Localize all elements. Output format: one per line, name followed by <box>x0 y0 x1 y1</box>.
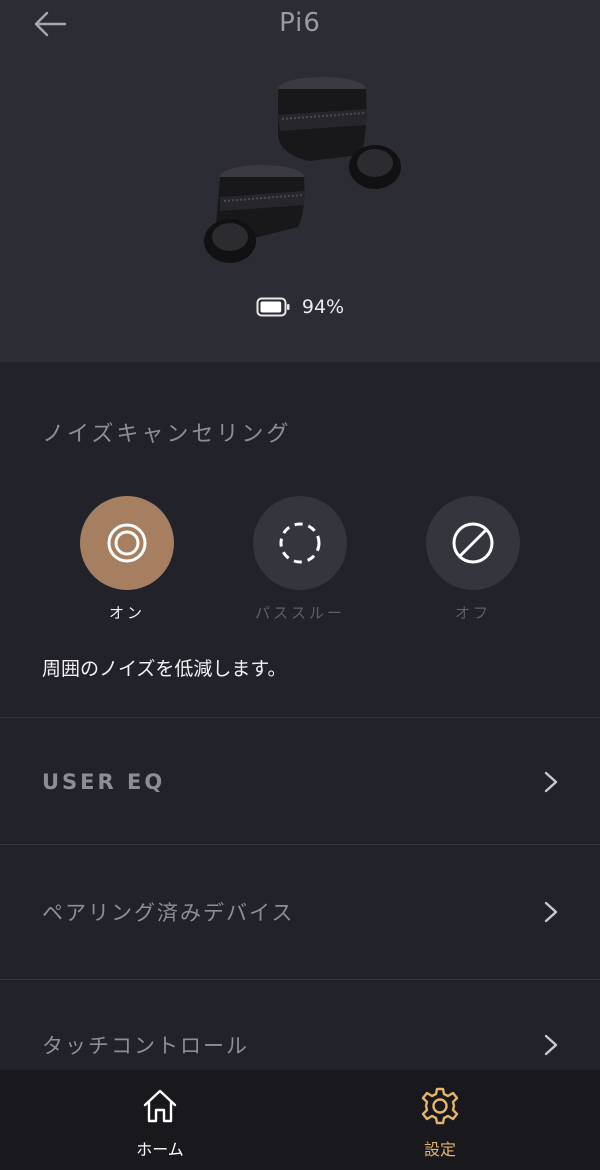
divider <box>0 979 600 980</box>
chevron-right-icon <box>544 1034 558 1056</box>
anc-off-button[interactable] <box>426 496 520 590</box>
passthrough-label: パススルー <box>254 604 345 622</box>
page-title: Pi6 <box>279 8 321 38</box>
chevron-right-icon <box>544 901 558 923</box>
nav-home[interactable]: ホーム <box>85 1070 235 1170</box>
bottom-navigation: ホーム 設定 <box>0 1070 600 1170</box>
touch-control-label: タッチコントロール <box>42 1034 249 1058</box>
nav-settings-label: 設定 <box>423 1140 456 1159</box>
anc-on-button[interactable] <box>80 496 174 590</box>
divider <box>0 844 600 845</box>
noise-cancelling-heading: ノイズキャンセリング <box>42 422 292 447</box>
battery-icon <box>256 297 290 317</box>
off-icon <box>452 522 494 564</box>
earbuds-image <box>204 77 401 263</box>
settings-panel: ノイズキャンセリング オン パススルー オフ 周囲のノイズを低減します。 USE… <box>0 362 600 1070</box>
device-header: Pi6 94% <box>0 0 600 362</box>
anc-off-label: オフ <box>454 604 491 622</box>
passthrough-button[interactable] <box>253 496 347 590</box>
gear-icon <box>421 1087 459 1125</box>
anc-on-icon <box>107 523 147 563</box>
user-eq-label: USER EQ <box>42 770 166 794</box>
battery-percentage: 94% <box>301 296 345 318</box>
passthrough-icon <box>279 522 321 564</box>
home-icon <box>143 1089 177 1123</box>
chevron-right-icon <box>544 771 558 793</box>
battery-status: 94% <box>0 296 600 318</box>
user-eq-row[interactable]: USER EQ <box>0 732 600 832</box>
nav-settings[interactable]: 設定 <box>365 1070 515 1170</box>
divider <box>0 717 600 718</box>
anc-on-label: オン <box>108 604 145 622</box>
nav-home-label: ホーム <box>136 1140 184 1159</box>
paired-devices-label: ペアリング済みデバイス <box>42 901 295 925</box>
noise-mode-description: 周囲のノイズを低減します。 <box>42 658 287 680</box>
paired-devices-row[interactable]: ペアリング済みデバイス <box>0 862 600 962</box>
